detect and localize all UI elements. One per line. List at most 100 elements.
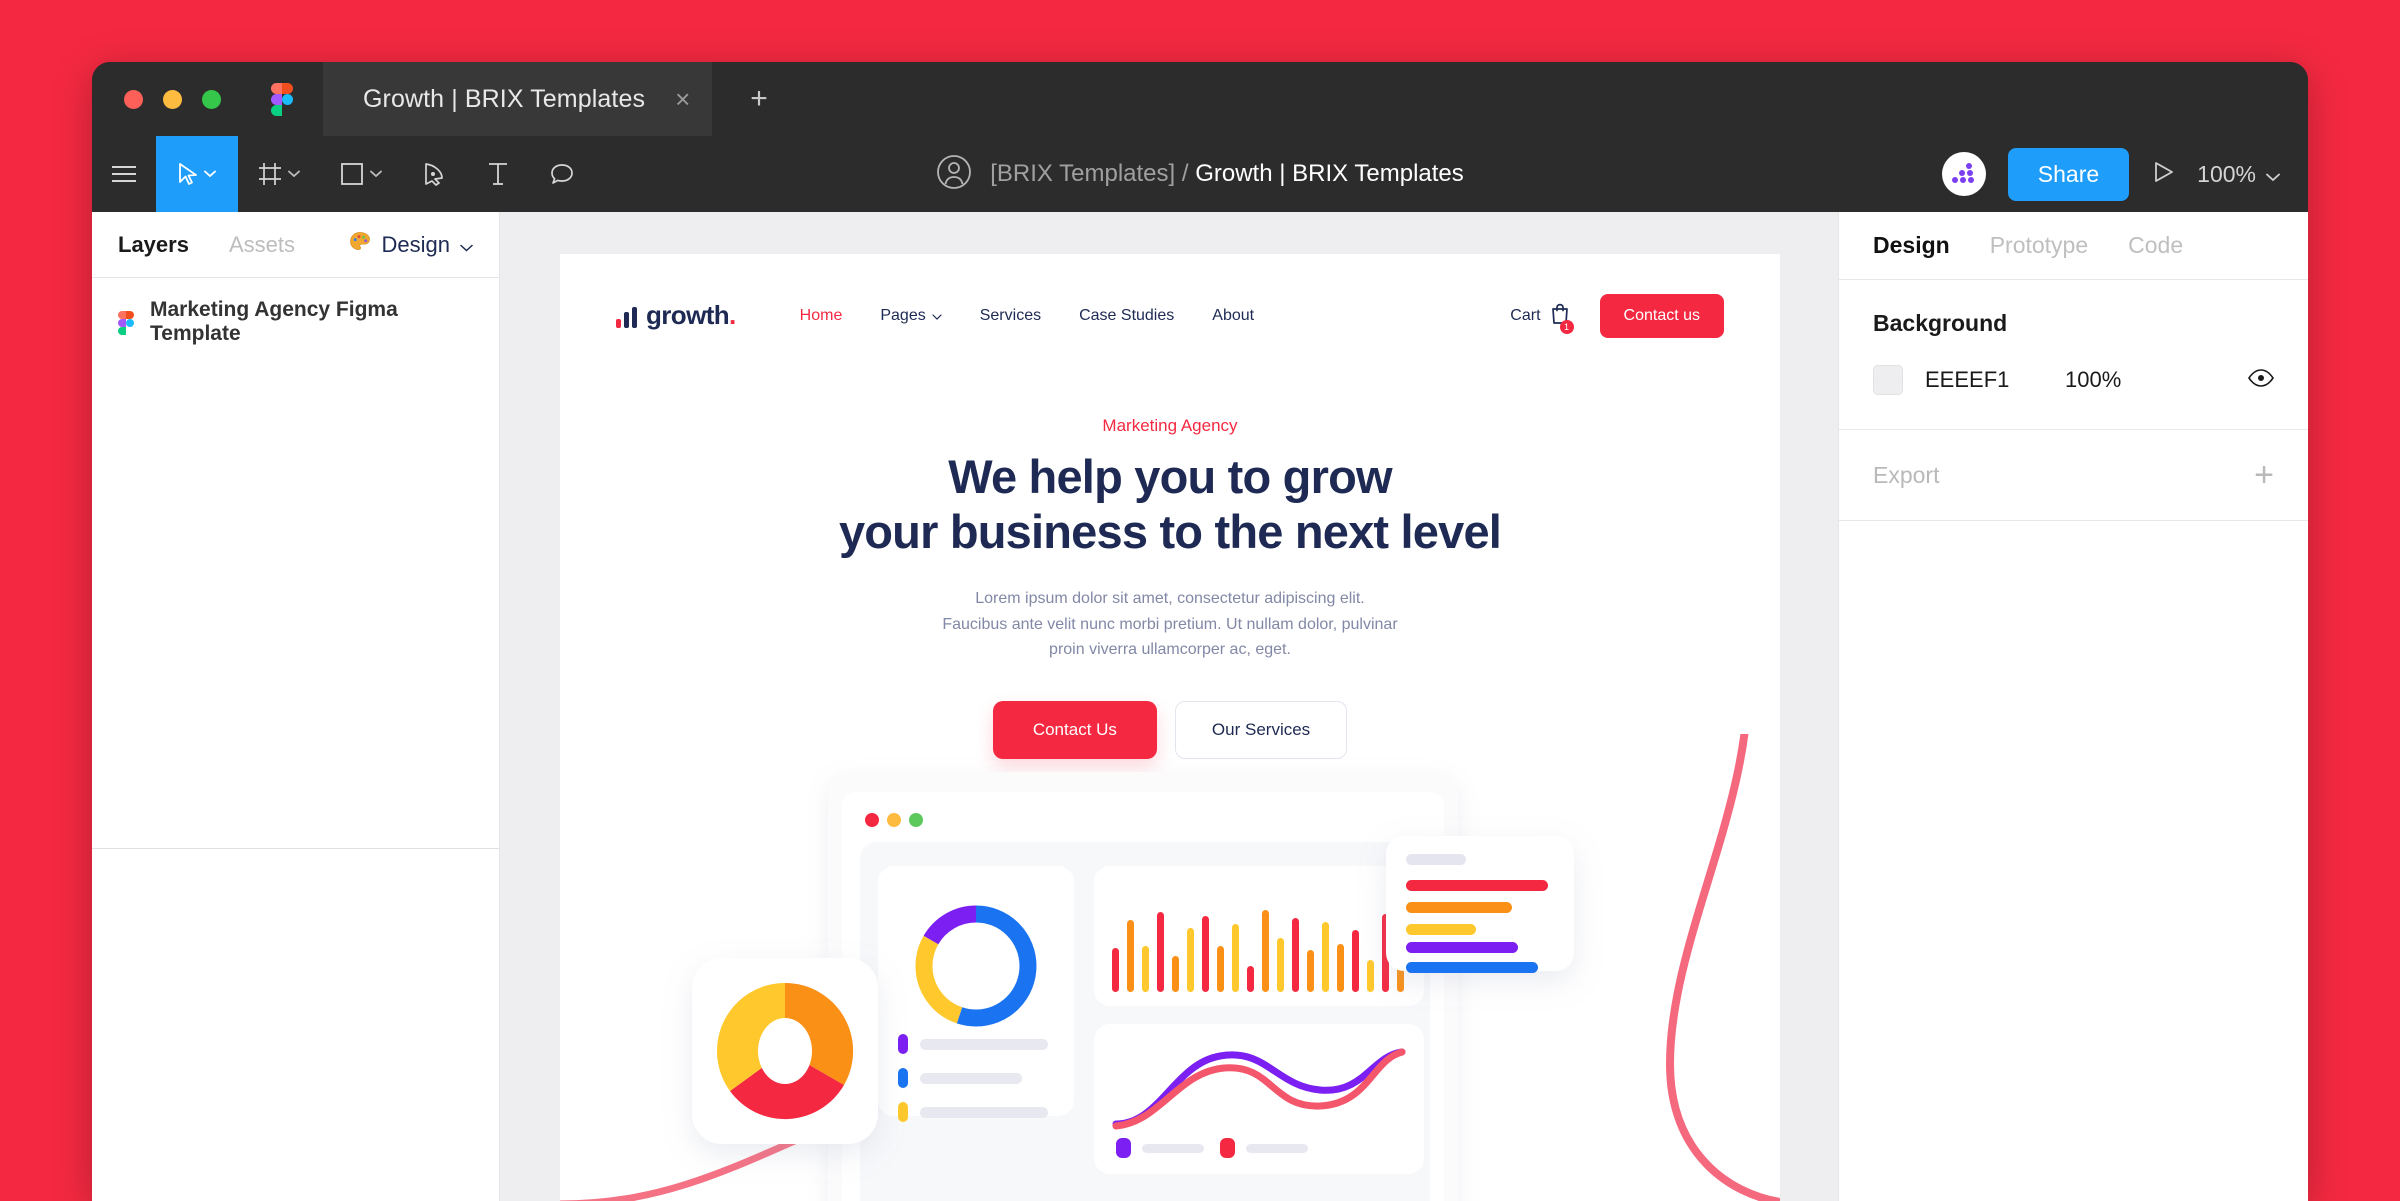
close-window-button[interactable]: [124, 89, 143, 109]
add-export-button[interactable]: +: [2254, 458, 2274, 492]
nav-link-about[interactable]: About: [1212, 307, 1254, 325]
chevron-down-icon[interactable]: [370, 170, 382, 178]
minimize-window-button[interactable]: [163, 89, 182, 109]
breadcrumb-file: Growth | BRIX Templates: [1195, 160, 1464, 187]
zoom-control[interactable]: 100%: [2197, 161, 2280, 188]
eye-icon[interactable]: [2248, 368, 2274, 392]
right-sidebar: Design Prototype Code Background EEEEF1 …: [1838, 212, 2308, 1201]
tab-prototype[interactable]: Prototype: [1990, 232, 2088, 259]
figma-toolbar: [BRIX Templates] / Growth | BRIX Templat…: [92, 136, 2308, 212]
hero-paragraph: Lorem ipsum dolor sit amet, consectetur …: [560, 586, 1780, 663]
pie-center-hole: [758, 1018, 812, 1084]
app-body: Layers Assets Design Marketing Agency Fi…: [92, 212, 2308, 1201]
left-sidebar-tabs: Layers Assets Design: [92, 212, 499, 278]
mock-dot-red: [865, 813, 879, 827]
breadcrumb-team: [BRIX Templates]: [990, 160, 1176, 187]
pen-icon: [422, 162, 446, 186]
cart-badge: 1: [1559, 319, 1574, 334]
new-tab-button[interactable]: +: [750, 84, 768, 114]
export-section: Export +: [1839, 430, 2308, 521]
nav-link-home[interactable]: Home: [800, 307, 843, 325]
main-menu-button[interactable]: [92, 136, 156, 212]
toolbar-right-group: Share 100%: [1941, 136, 2280, 212]
chevron-down-icon: [460, 232, 473, 258]
export-label: Export: [1873, 461, 1940, 488]
background-section: Background EEEEF1 100%: [1839, 280, 2308, 430]
nav-link-services[interactable]: Services: [980, 307, 1041, 325]
mock-dot-green: [909, 813, 923, 827]
hero-paragraph-line2: Faucibus ante velit nunc morbi pretium. …: [942, 615, 1398, 633]
breadcrumb[interactable]: [BRIX Templates] / Growth | BRIX Templat…: [990, 160, 1464, 188]
site-nav-links: Home Pages Services Case Studies About: [800, 307, 1254, 325]
line-legend-dot-red: [1220, 1138, 1235, 1158]
tab-design[interactable]: Design: [1873, 232, 1950, 259]
comment-icon: [550, 162, 574, 186]
page-title: We help you to grow your business to the…: [560, 450, 1780, 560]
square-icon: [340, 162, 364, 186]
design-library-menu[interactable]: Design: [348, 230, 473, 260]
nav-link-pages[interactable]: Pages: [880, 307, 942, 325]
divider: [92, 848, 499, 849]
hbar-blue: [1406, 962, 1538, 973]
traffic-lights: [124, 89, 221, 109]
accent-curve-right: [1665, 734, 1780, 1201]
artboard-marketing-agency[interactable]: growth. Home Pages Services Case Studies…: [560, 254, 1780, 1201]
tab-layers[interactable]: Layers: [118, 232, 189, 258]
background-color-row: EEEEF1 100%: [1873, 365, 2274, 395]
site-logo-text: growth.: [646, 302, 736, 328]
figma-logo-icon: [271, 83, 293, 116]
tab-assets[interactable]: Assets: [229, 232, 295, 258]
play-icon[interactable]: [2151, 160, 2175, 189]
left-sidebar: Layers Assets Design Marketing Agency Fi…: [92, 212, 500, 1201]
list-item[interactable]: Marketing Agency Figma Template: [92, 278, 499, 366]
canvas[interactable]: growth. Home Pages Services Case Studies…: [500, 212, 1838, 1201]
avatar[interactable]: [1941, 152, 1986, 196]
chevron-down-icon: [2266, 161, 2280, 188]
legend-dot-blue: [898, 1068, 908, 1088]
comment-tool-button[interactable]: [530, 136, 594, 212]
browser-tab[interactable]: Growth | BRIX Templates ×: [323, 62, 713, 136]
figma-app-window: Growth | BRIX Templates × + [BRIX Templa…: [92, 62, 2308, 1201]
line-legend-dot-purple: [1116, 1138, 1131, 1158]
legend-line: [920, 1073, 1022, 1084]
chevron-down-icon[interactable]: [288, 170, 300, 178]
frame-tool-button[interactable]: [238, 136, 320, 212]
nav-link-case-studies[interactable]: Case Studies: [1079, 307, 1174, 325]
legend-dot-purple: [898, 1034, 908, 1054]
chevron-down-icon[interactable]: [204, 170, 216, 178]
header-contact-button[interactable]: Contact us: [1599, 294, 1724, 338]
tab-code[interactable]: Code: [2128, 232, 2183, 259]
account-avatar-icon[interactable]: [936, 154, 972, 195]
maximize-window-button[interactable]: [202, 89, 221, 109]
shape-tool-button[interactable]: [320, 136, 402, 212]
legend-dot-yellow: [898, 1102, 908, 1122]
mock-dot-yellow: [887, 813, 901, 827]
share-button[interactable]: Share: [2007, 147, 2130, 201]
pen-tool-button[interactable]: [402, 136, 466, 212]
cursor-icon: [178, 162, 198, 186]
color-swatch[interactable]: [1873, 365, 1903, 395]
breadcrumb-separator: /: [1181, 160, 1189, 187]
tab-title: Growth | BRIX Templates: [363, 84, 646, 113]
hbar-red: [1406, 880, 1548, 891]
hero-eyebrow: Marketing Agency: [1102, 416, 1238, 435]
nav-link-pages-label: Pages: [880, 307, 926, 324]
color-hex-value[interactable]: EEEEF1: [1925, 367, 2065, 393]
frame-icon: [258, 162, 282, 186]
shopping-bag-icon: 1: [1550, 303, 1574, 334]
color-opacity-value[interactable]: 100%: [2065, 367, 2121, 393]
text-tool-button[interactable]: [466, 136, 530, 212]
cart-button[interactable]: Cart 1: [1510, 303, 1574, 334]
move-tool-button[interactable]: [156, 136, 238, 212]
site-nav-right: Cart 1 Contact us: [1510, 294, 1724, 338]
design-library-label: Design: [381, 231, 450, 257]
line-legend-label: [1142, 1144, 1204, 1153]
legend-line: [920, 1039, 1048, 1050]
close-icon[interactable]: ×: [675, 86, 690, 112]
hero-heading-line2: your business to the next level: [838, 504, 1502, 558]
hero-paragraph-line3: proin viverra ullamcorper ac, eget.: [1049, 641, 1291, 659]
site-logo[interactable]: growth.: [616, 302, 736, 328]
right-sidebar-tabs: Design Prototype Code: [1839, 212, 2308, 280]
site-navbar: growth. Home Pages Services Case Studies…: [560, 254, 1780, 338]
hamburger-icon: [111, 165, 137, 183]
